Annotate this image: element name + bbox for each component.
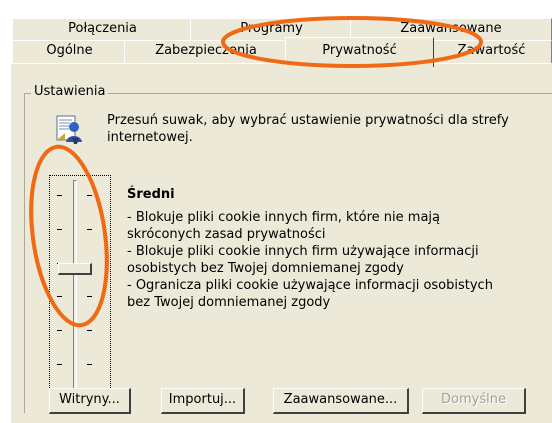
import-button-label: Importuj... bbox=[168, 392, 237, 407]
slider-tick-left-5 bbox=[57, 330, 62, 331]
slider-tick-left-6 bbox=[57, 364, 62, 365]
tab-strip: Połączenia Programy Zaawansowane Ogólne … bbox=[0, 0, 552, 68]
slider-tick-left-1 bbox=[57, 195, 62, 196]
tab-advanced-label: Zaawansowane bbox=[400, 21, 502, 36]
tab-privacy-label: Prywatność bbox=[322, 43, 397, 58]
slider-tick-left-4 bbox=[57, 296, 62, 297]
tab-security-label: Zabezpieczenia bbox=[155, 43, 257, 58]
tab-security[interactable]: Zabezpieczenia bbox=[124, 40, 288, 63]
privacy-level-description: - Blokuje pliki cookie innych firm, któr… bbox=[127, 210, 493, 310]
tab-programs-label: Programy bbox=[240, 21, 303, 36]
default-button: Domyślne bbox=[422, 388, 526, 414]
settings-group-title: Ustawienia bbox=[31, 84, 109, 100]
slider-tick-left-2 bbox=[57, 229, 62, 230]
privacy-shield-person-icon bbox=[53, 113, 85, 145]
import-button[interactable]: Importuj... bbox=[161, 388, 245, 414]
privacy-slider-track[interactable] bbox=[73, 180, 77, 394]
default-button-label: Domyślne bbox=[441, 392, 506, 407]
tab-content[interactable]: Zawartość bbox=[431, 40, 552, 63]
slider-tick-right-2 bbox=[87, 229, 92, 230]
slider-tick-right-4 bbox=[87, 296, 92, 297]
sites-button[interactable]: Witryny... bbox=[49, 388, 131, 414]
tab-general-label: Ogólne bbox=[46, 43, 93, 58]
slider-tick-right-5 bbox=[87, 330, 92, 331]
privacy-instruction-text: Przesuń suwak, aby wybrać ustawienie pry… bbox=[107, 113, 509, 145]
privacy-panel: Ustawienia Przesuń suwak, aby wybrać ust… bbox=[10, 63, 552, 423]
sites-button-label: Witryny... bbox=[59, 392, 120, 407]
tab-content-label: Zawartość bbox=[457, 43, 526, 58]
tab-connections-label: Połączenia bbox=[68, 21, 137, 36]
tab-privacy[interactable]: Prywatność bbox=[285, 37, 434, 67]
privacy-slider-focus-box[interactable] bbox=[49, 175, 111, 400]
slider-tick-right-1 bbox=[87, 195, 92, 196]
tab-general[interactable]: Ogólne bbox=[12, 40, 127, 63]
privacy-slider-thumb[interactable] bbox=[58, 263, 92, 275]
slider-tick-right-6 bbox=[87, 364, 92, 365]
advanced-button[interactable]: Zaawansowane... bbox=[273, 388, 409, 414]
privacy-level-title: Średni bbox=[127, 187, 175, 202]
internet-options-privacy-tab: Połączenia Programy Zaawansowane Ogólne … bbox=[0, 0, 552, 423]
advanced-button-label: Zaawansowane... bbox=[283, 392, 398, 407]
tab-connections[interactable]: Połączenia bbox=[12, 18, 193, 40]
